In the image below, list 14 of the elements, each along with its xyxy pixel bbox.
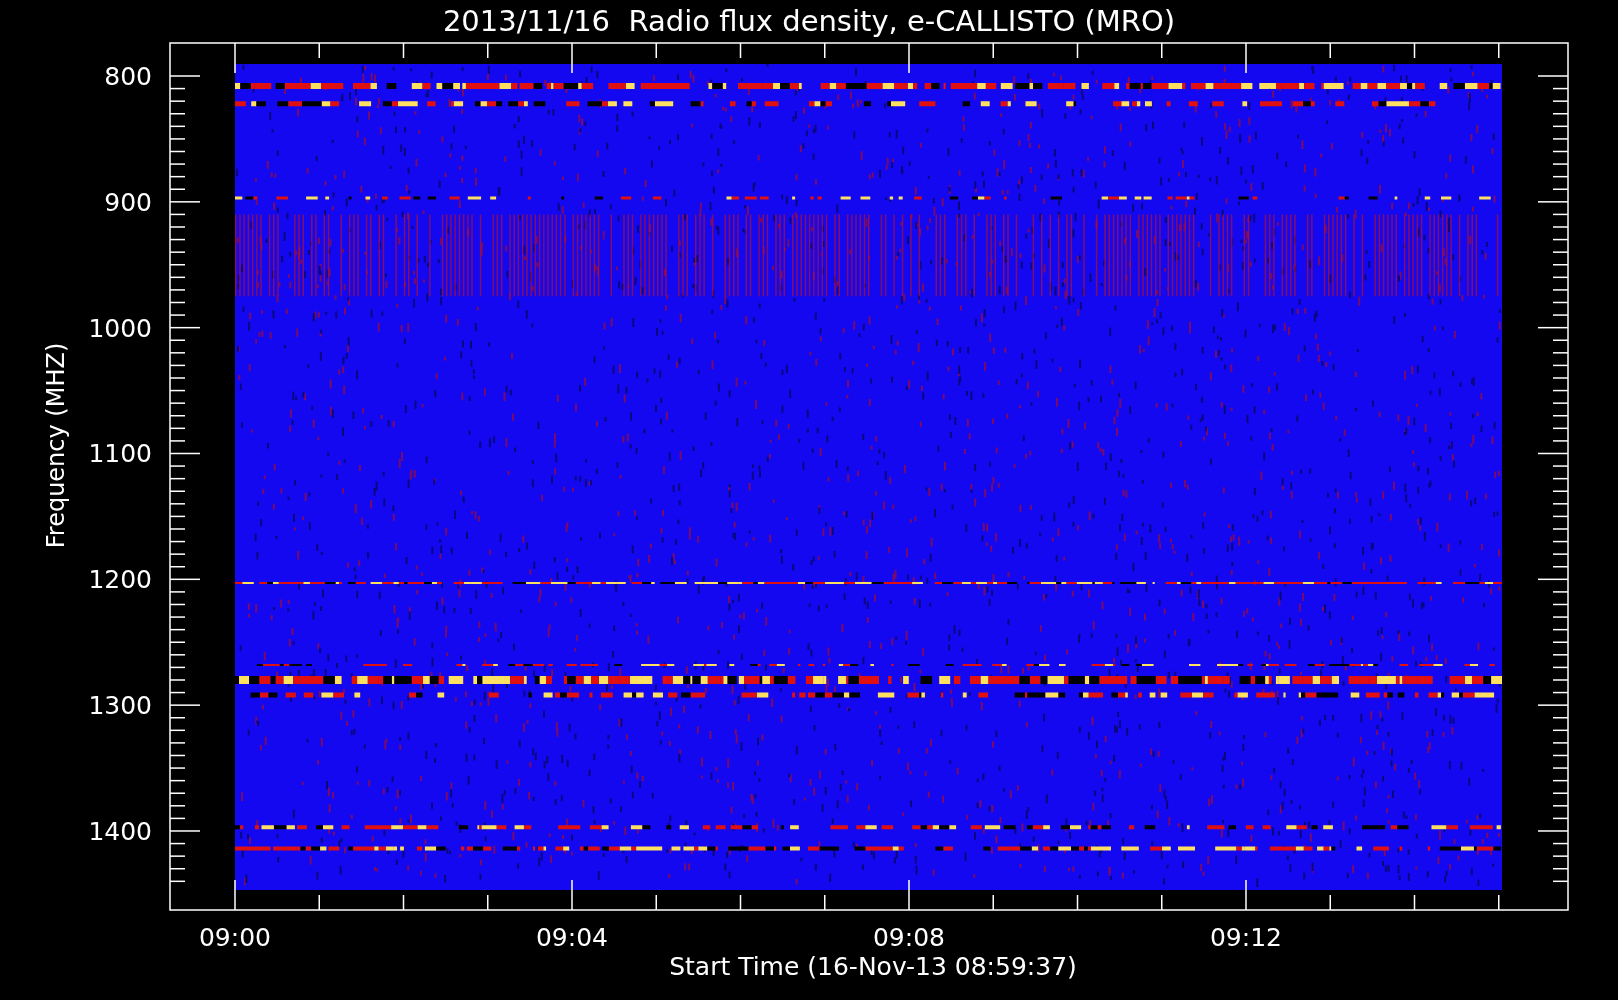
y-tick-label: 1100: [88, 439, 152, 469]
y-tick-label: 1400: [88, 817, 152, 846]
chart-title: 2013/11/16 Radio flux density, e-CALLISTO (MRO): [442, 3, 1176, 40]
y-axis-label: Frequency (MHZ): [42, 342, 70, 549]
x-tick-label: 09:04: [536, 923, 608, 952]
x-tick-label: 09:12: [1210, 923, 1282, 952]
x-tick-label: 09:00: [199, 923, 271, 952]
y-tick-label: 1000: [88, 313, 152, 343]
y-tick-label: 800: [104, 62, 152, 91]
y-tick-label: 1200: [88, 565, 152, 595]
x-tick-label: 09:08: [873, 923, 945, 952]
x-axis-label: Start Time (16-Nov-13 08:59:37): [669, 952, 1077, 981]
y-tick-label: 900: [104, 187, 152, 217]
y-tick-label: 1300: [88, 691, 152, 721]
